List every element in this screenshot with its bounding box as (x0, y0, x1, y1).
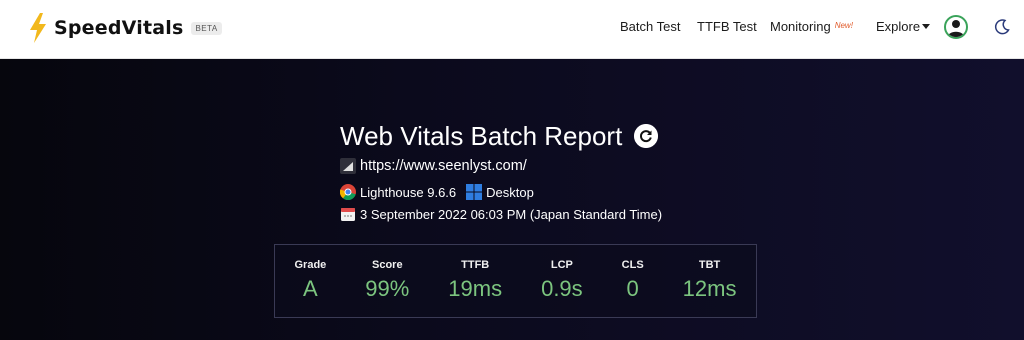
metric-value: 0 (626, 276, 639, 301)
metric-tbt: TBT 12ms (683, 259, 737, 302)
new-badge: New! (834, 21, 853, 30)
brand-name: SpeedVitals (54, 17, 184, 39)
metrics-summary: Grade A Score 99% TTFB 19ms LCP 0.9s CLS… (274, 244, 757, 318)
metric-value: A (303, 276, 318, 301)
metric-ttfb: TTFB 19ms (448, 259, 502, 302)
report-url[interactable]: https://www.seenlyst.com/ (360, 158, 527, 174)
date-row: 3 September 2022 06:03 PM (Japan Standar… (340, 206, 662, 222)
lightning-bolt-icon (30, 13, 46, 43)
top-navbar: SpeedVitals BETA Batch Test TTFB Test Mo… (0, 0, 1024, 59)
metric-value: 0.9s (541, 276, 583, 301)
refresh-icon[interactable] (634, 124, 658, 148)
metric-lcp: LCP 0.9s (541, 259, 583, 302)
windows-icon (466, 184, 483, 200)
metric-score: Score 99% (365, 259, 409, 302)
brand-logo[interactable]: SpeedVitals BETA (28, 13, 222, 43)
lighthouse-version: Lighthouse 9.6.6 (360, 184, 457, 200)
user-icon (948, 20, 964, 37)
beta-badge: BETA (191, 21, 222, 35)
metric-label: TBT (698, 259, 721, 271)
metric-cls: CLS 0 (622, 259, 644, 302)
page-title: Web Vitals Batch Report (340, 121, 623, 151)
nav-batch-test[interactable]: Batch Test (620, 19, 680, 34)
metric-value: 99% (365, 276, 410, 301)
report-date: 3 September 2022 06:03 PM (Japan Standar… (360, 206, 663, 222)
metric-label: Score (372, 259, 403, 271)
test-config-row: Lighthouse 9.6.6 Desktop (340, 184, 534, 200)
nav-ttfb-test[interactable]: TTFB Test (697, 19, 757, 34)
signal-icon (340, 158, 356, 174)
caret-down-icon (922, 24, 931, 29)
moon-icon[interactable] (994, 19, 1010, 35)
metric-grade: Grade A (294, 259, 326, 302)
metric-value: 12ms (682, 276, 737, 301)
chrome-icon (340, 184, 356, 200)
nav-explore-label: Explore (876, 19, 921, 34)
metric-label: LCP (550, 259, 573, 271)
metric-label: Grade (294, 259, 327, 271)
user-avatar[interactable] (944, 15, 968, 39)
metric-value: 19ms (448, 276, 503, 301)
nav-monitoring-label: Monitoring (770, 19, 831, 34)
url-row: https://www.seenlyst.com/ (340, 158, 527, 174)
device-type: Desktop (486, 184, 534, 200)
metric-label: CLS (621, 259, 644, 271)
nav-monitoring[interactable]: Monitoring New! (770, 19, 853, 34)
calendar-icon (341, 208, 355, 221)
metric-label: TTFB (461, 259, 490, 271)
nav-explore-dropdown[interactable]: Explore (876, 19, 931, 34)
